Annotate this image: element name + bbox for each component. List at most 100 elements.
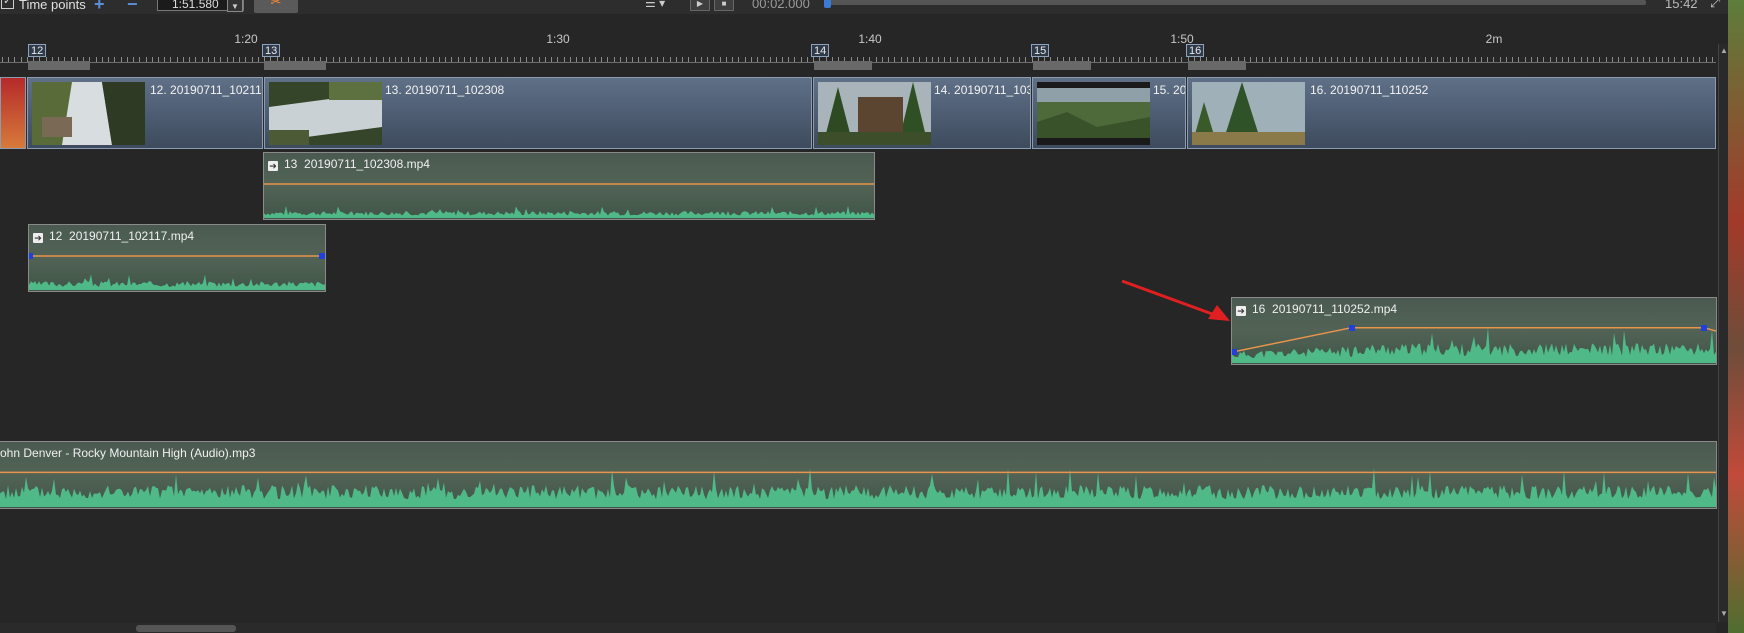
slide-marker-13[interactable]: 13: [262, 44, 281, 57]
video-clip-14[interactable]: 14. 20190711_1030: [813, 77, 1031, 149]
ruler-tick: [1662, 57, 1663, 62]
transition-bar[interactable]: [814, 61, 872, 70]
clip-title: 15. 20: [1153, 83, 1186, 97]
ruler-tick: [1319, 57, 1320, 62]
ruler-tick: [1581, 57, 1582, 62]
ruler-tick: [1681, 57, 1682, 62]
audio-clip-13[interactable]: ➔ 13 20190711_102308.mp4: [263, 152, 875, 220]
audio-clip-12[interactable]: ➔ 12 20190711_102117.mp4: [28, 224, 326, 292]
ruler-tick: [576, 57, 577, 62]
ruler-tick: [1443, 57, 1444, 62]
time-ruler[interactable]: 1:20 1:30 1:40 1:50 2m 12 13 14 15 16: [0, 32, 1716, 71]
ruler-tick: [1624, 57, 1625, 62]
ruler-tick: [8, 57, 9, 62]
ruler-tick: [1481, 57, 1482, 62]
time-spin-button[interactable]: ▼: [227, 0, 243, 12]
fit-timeline-icon[interactable]: ⤢: [1710, 0, 1720, 11]
ruler-tick: [626, 57, 627, 62]
ruler-tick: [520, 57, 521, 62]
horizontal-scrollbar-thumb[interactable]: [136, 625, 236, 632]
stop-icon[interactable]: ■: [714, 0, 734, 11]
ruler-tick: [1312, 57, 1313, 62]
volume-control-point[interactable]: [1348, 324, 1355, 331]
transition-bar[interactable]: [1033, 61, 1091, 70]
ruler-tick: [1019, 57, 1020, 62]
video-clip-16[interactable]: 16. 20190711_110252: [1187, 77, 1716, 149]
ruler-tick: [1618, 57, 1619, 62]
ruler-tick: [439, 57, 440, 62]
waveform-shape: [1232, 327, 1716, 363]
ruler-tick: [1468, 57, 1469, 62]
volume-control-point[interactable]: [319, 253, 325, 260]
video-clip-11[interactable]: [0, 77, 26, 149]
ruler-tick: [214, 57, 215, 62]
audio-clip-16[interactable]: ➔ 16 20190711_110252.mp4: [1231, 297, 1717, 365]
minus-icon[interactable]: −: [127, 0, 138, 14]
volume-control-point[interactable]: [1232, 349, 1238, 356]
ruler-tick: [657, 57, 658, 62]
slide-marker-14[interactable]: 14: [811, 44, 830, 57]
scroll-down-arrow[interactable]: ▼: [1720, 609, 1728, 618]
video-clip-15[interactable]: 15. 20: [1032, 77, 1186, 149]
waveform: [0, 467, 1716, 507]
ruler-tick: [1593, 57, 1594, 62]
volume-control-point[interactable]: [29, 253, 34, 260]
volume-control-point[interactable]: [1700, 324, 1707, 331]
ruler-tick: [1181, 57, 1182, 62]
ruler-tick: [1344, 57, 1345, 62]
ruler-tick: [139, 57, 140, 62]
ruler-tick: [595, 57, 596, 62]
ruler-tick: [763, 57, 764, 62]
ruler-tick: [1649, 57, 1650, 62]
scroll-up-arrow[interactable]: ▲: [1720, 46, 1728, 55]
position-slider-thumb[interactable]: [824, 0, 831, 8]
ruler-tick: [607, 57, 608, 62]
transition-bar[interactable]: [1188, 61, 1246, 70]
transition-bar[interactable]: [264, 61, 326, 70]
ruler-label: 1:40: [858, 32, 882, 46]
magnet-icon[interactable]: ✂: [254, 0, 298, 13]
ruler-tick: [682, 57, 683, 62]
ruler-tick: [1668, 57, 1669, 62]
ruler-tick: [146, 57, 147, 62]
ruler-tick: [1487, 57, 1488, 62]
ruler-tick: [963, 57, 964, 62]
ruler-tick: [1506, 57, 1507, 62]
ruler-tick: [1693, 57, 1694, 62]
timeline-toolbar: ✓ Time points + − 1:51.580 ▼ ✂ ☰ ▾ ▶ ■ 0…: [0, 0, 1744, 14]
ruler-tick: [720, 57, 721, 62]
ruler-tick: [1512, 57, 1513, 62]
ruler-tick: [183, 57, 184, 62]
play-icon[interactable]: ▶: [690, 0, 710, 11]
slide-marker-16[interactable]: 16: [1186, 44, 1205, 57]
ruler-tick: [420, 57, 421, 62]
position-slider[interactable]: [828, 0, 1646, 5]
total-duration: 15:42: [1665, 0, 1698, 11]
ruler-tick: [589, 57, 590, 62]
ruler-tick: [1331, 57, 1332, 62]
list-menu-icon[interactable]: ☰ ▾: [645, 0, 665, 10]
timepoints-checkbox[interactable]: ✓: [1, 0, 14, 9]
ruler-tick: [1437, 57, 1438, 62]
slide-marker-15[interactable]: 15: [1031, 44, 1050, 57]
ruler-tick: [1699, 57, 1700, 62]
video-clip-12[interactable]: 12. 20190711_102117: [27, 77, 263, 149]
ruler-tick: [1556, 57, 1557, 62]
ruler-tick: [1125, 57, 1126, 62]
video-clip-13[interactable]: 13. 20190711_102308: [264, 77, 812, 149]
ruler-tick: [1269, 57, 1270, 62]
ruler-tick: [345, 57, 346, 62]
slide-marker-12[interactable]: 12: [28, 44, 47, 57]
ruler-tick: [121, 57, 122, 62]
ruler-tick: [1000, 57, 1001, 62]
plus-icon[interactable]: +: [94, 0, 105, 14]
ruler-tick: [1456, 57, 1457, 62]
ruler-tick: [564, 57, 565, 62]
ruler-tick: [651, 57, 652, 62]
horizontal-scrollbar[interactable]: [0, 623, 1716, 633]
ruler-tick: [351, 57, 352, 62]
timepoints-label: Time points: [19, 0, 86, 12]
ruler-tick: [333, 57, 334, 62]
music-clip[interactable]: ohn Denver - Rocky Mountain High (Audio)…: [0, 441, 1717, 509]
transition-bar[interactable]: [28, 61, 90, 70]
